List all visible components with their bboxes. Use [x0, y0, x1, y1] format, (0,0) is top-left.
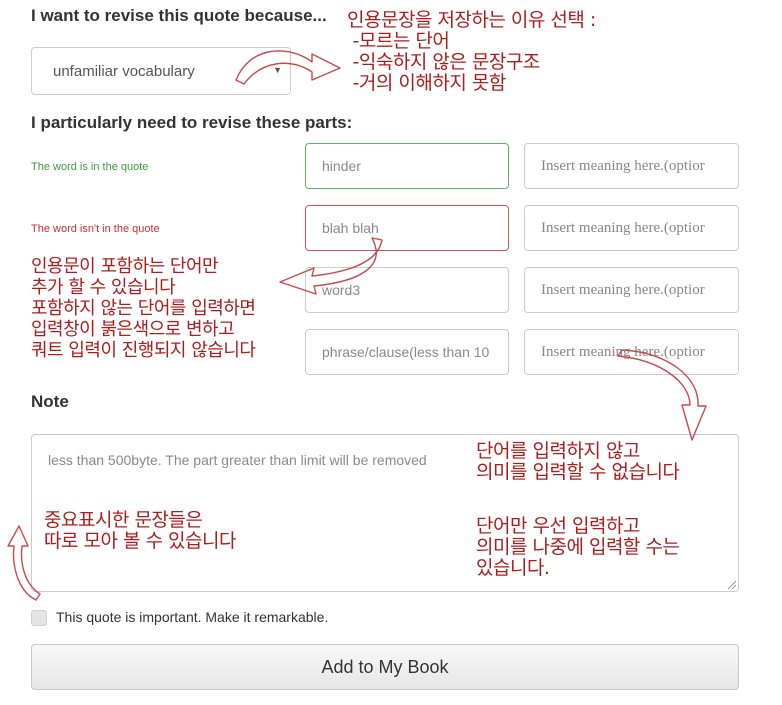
- chevron-down-icon: ▼: [273, 65, 282, 75]
- meaning-input-3[interactable]: Insert meaning here.(optior: [524, 267, 739, 313]
- reason-select-value: unfamiliar vocabulary: [53, 62, 195, 80]
- important-checkbox[interactable]: [31, 610, 47, 626]
- meaning-input-1[interactable]: Insert meaning here.(optior: [524, 143, 739, 189]
- meaning-input-4[interactable]: Insert meaning here.(optior: [524, 329, 739, 375]
- annotation-meaning-later: 단어만 우선 입력하고 의미를 나중에 입력할 수는 있습니다.: [476, 515, 680, 579]
- annotation-word-rule: 인용문이 포함하는 단어만 추가 할 수 있습니다 포함하지 않는 단어를 입력…: [31, 256, 256, 361]
- annotation-meaning-rule: 단어를 입력하지 않고 의미를 입력할 수 없습니다: [476, 440, 680, 483]
- resize-grip-icon[interactable]: [726, 579, 736, 589]
- reason-select[interactable]: unfamiliar vocabulary ▼: [31, 47, 291, 95]
- add-to-my-book-button[interactable]: Add to My Book: [31, 644, 739, 690]
- word-input-2[interactable]: blah blah: [305, 205, 509, 251]
- meaning-input-2[interactable]: Insert meaning here.(optior: [524, 205, 739, 251]
- note-heading: Note: [31, 392, 69, 411]
- word-input-4[interactable]: phrase/clause(less than 10: [305, 329, 509, 375]
- annotation-important: 중요표시한 문장들은 따로 모아 볼 수 있습니다: [44, 509, 236, 552]
- note-placeholder: less than 500byte. The part greater than…: [48, 452, 427, 468]
- word-in-quote-label: The word is in the quote: [31, 161, 149, 173]
- parts-heading: I particularly need to revise these part…: [31, 113, 353, 132]
- annotation-reason: 인용문장을 저장하는 이유 선택 : -모르는 단어 -익숙하지 않은 문장구조…: [347, 9, 596, 94]
- reason-heading: I want to revise this quote because...: [31, 6, 327, 25]
- important-checkbox-label: This quote is important. Make it remarka…: [56, 609, 329, 625]
- word-input-1[interactable]: hinder: [305, 143, 509, 189]
- word-not-in-quote-label: The word isn't in the quote: [31, 223, 160, 235]
- word-input-3[interactable]: word3: [305, 267, 509, 313]
